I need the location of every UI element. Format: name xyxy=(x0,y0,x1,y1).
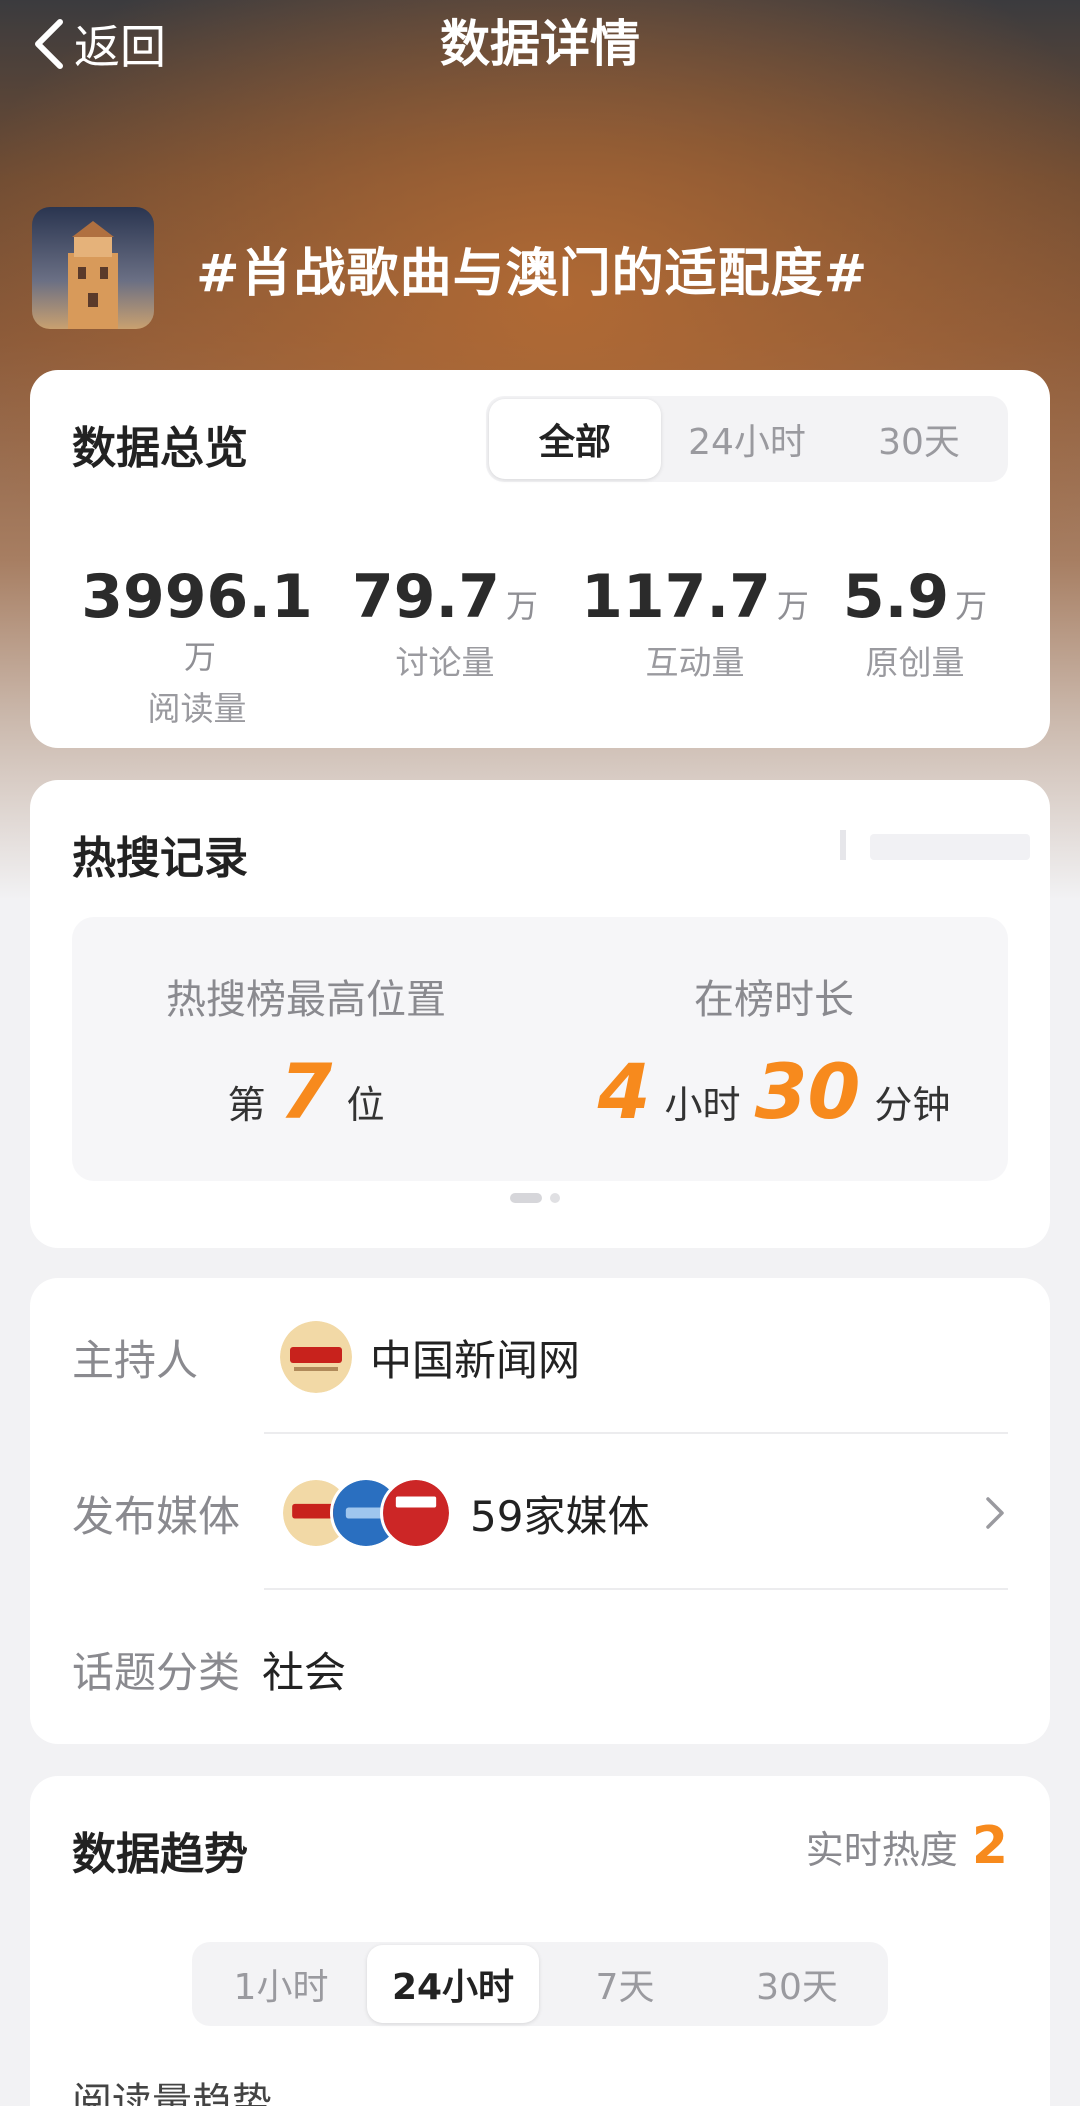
overview-range-tabs: 全部 24小时 30天 xyxy=(486,396,1008,482)
trend-title: 数据趋势 xyxy=(72,1829,248,1880)
stat-original-value: 5.9 xyxy=(842,562,950,632)
duration-minutes: 30 xyxy=(754,1047,861,1136)
trend-range-tabs: 1小时 24小时 7天 30天 xyxy=(192,1942,888,2026)
stat-original-unit: 万 xyxy=(955,587,988,625)
realtime-heat: 实时热度 2 xyxy=(806,1816,1008,1876)
heat-label: 实时热度 xyxy=(805,1828,958,1872)
overview-title: 数据总览 xyxy=(72,423,248,474)
stat-discussions: 79.7 万 讨论量 xyxy=(320,562,570,684)
stat-discussions-label: 讨论量 xyxy=(395,643,495,682)
hot-search-decoration xyxy=(840,830,1030,860)
carousel-dot xyxy=(550,1193,560,1203)
duration-minutes-unit: 分钟 xyxy=(874,1083,951,1127)
stat-reads-label: 阅读量 xyxy=(147,689,247,728)
category-row: 话题分类 社会 xyxy=(72,1628,1008,1710)
read-trend-subtitle: 阅读量趋势 xyxy=(72,2080,272,2106)
stat-interactions: 117.7 万 互动量 xyxy=(570,562,820,684)
highest-position: 热搜榜最高位置 第 7 位 xyxy=(72,967,540,1136)
media-avatar-brtv xyxy=(380,1477,452,1549)
trend-tab-30d[interactable]: 30天 xyxy=(711,1945,883,2023)
trend-card: 数据趋势 实时热度 2 1小时 24小时 7天 30天 阅读量趋势 xyxy=(30,1776,1050,2106)
host-row[interactable]: 主持人 中国新闻网 xyxy=(72,1316,1008,1398)
hot-search-card: 热搜记录 热搜榜最高位置 第 7 位 在榜时长 4 小时 30 分钟 xyxy=(30,780,1050,1248)
stat-reads-unit: 万 xyxy=(183,638,216,676)
media-label: 发布媒体 xyxy=(72,1491,241,1541)
stat-interactions-value: 117.7 xyxy=(581,562,771,632)
host-avatar xyxy=(280,1321,352,1393)
host-label: 主持人 xyxy=(72,1335,199,1385)
trend-tab-24h[interactable]: 24小时 xyxy=(367,1945,539,2023)
duration-hours-unit: 小时 xyxy=(664,1083,741,1127)
hot-search-title: 热搜记录 xyxy=(72,833,248,884)
carousel-indicator xyxy=(510,1193,560,1203)
overview-tab-all[interactable]: 全部 xyxy=(489,399,661,479)
stat-original: 5.9 万 原创量 xyxy=(790,562,1040,684)
page-title: 数据详情 xyxy=(440,15,640,73)
stat-discussions-unit: 万 xyxy=(506,587,539,625)
hot-search-panel: 热搜榜最高位置 第 7 位 在榜时长 4 小时 30 分钟 xyxy=(72,917,1008,1181)
media-avatars xyxy=(280,1477,452,1549)
top-bar: 返回 数据详情 xyxy=(0,0,1080,90)
highest-position-prefix: 第 xyxy=(227,1083,266,1127)
category-label: 话题分类 xyxy=(72,1647,241,1697)
duration-label: 在榜时长 xyxy=(694,977,854,1023)
topic-title: #肖战歌曲与澳门的适配度# xyxy=(196,243,869,304)
category-value: 社会 xyxy=(262,1647,347,1697)
topic-header: #肖战歌曲与澳门的适配度# xyxy=(32,206,868,330)
heat-value: 2 xyxy=(971,1816,1008,1876)
stat-original-label: 原创量 xyxy=(865,643,965,682)
trend-tab-7d[interactable]: 7天 xyxy=(539,1945,711,2023)
highest-position-value: 7 xyxy=(279,1047,333,1136)
highest-position-label: 热搜榜最高位置 xyxy=(166,977,446,1023)
topic-info-card: 主持人 中国新闻网 发布媒体 59家媒体 话题分类 社会 xyxy=(30,1278,1050,1744)
trend-tab-1h[interactable]: 1小时 xyxy=(195,1945,367,2023)
media-count: 59家媒体 xyxy=(470,1491,650,1541)
duration-hours: 4 xyxy=(597,1047,651,1136)
topic-thumbnail xyxy=(32,207,154,329)
host-name: 中国新闻网 xyxy=(370,1335,581,1385)
carousel-dot-active xyxy=(510,1193,542,1203)
stat-reads-value: 3996.1 xyxy=(81,562,313,632)
divider xyxy=(264,1432,1008,1434)
media-row[interactable]: 发布媒体 59家媒体 xyxy=(72,1472,1008,1554)
on-list-duration: 在榜时长 4 小时 30 分钟 xyxy=(540,967,1008,1136)
highest-position-suffix: 位 xyxy=(346,1083,385,1127)
overview-tab-30d[interactable]: 30天 xyxy=(833,399,1005,479)
stat-reads: 3996.1 万 阅读量 xyxy=(72,562,322,730)
divider xyxy=(264,1588,1008,1590)
stat-discussions-value: 79.7 xyxy=(351,562,501,632)
chevron-right-icon[interactable] xyxy=(982,1493,1008,1533)
stat-interactions-label: 互动量 xyxy=(645,643,745,682)
overview-card: 数据总览 全部 24小时 30天 3996.1万 阅读量 79.7 万 讨论量 1… xyxy=(30,370,1050,748)
overview-tab-24h[interactable]: 24小时 xyxy=(661,399,833,479)
